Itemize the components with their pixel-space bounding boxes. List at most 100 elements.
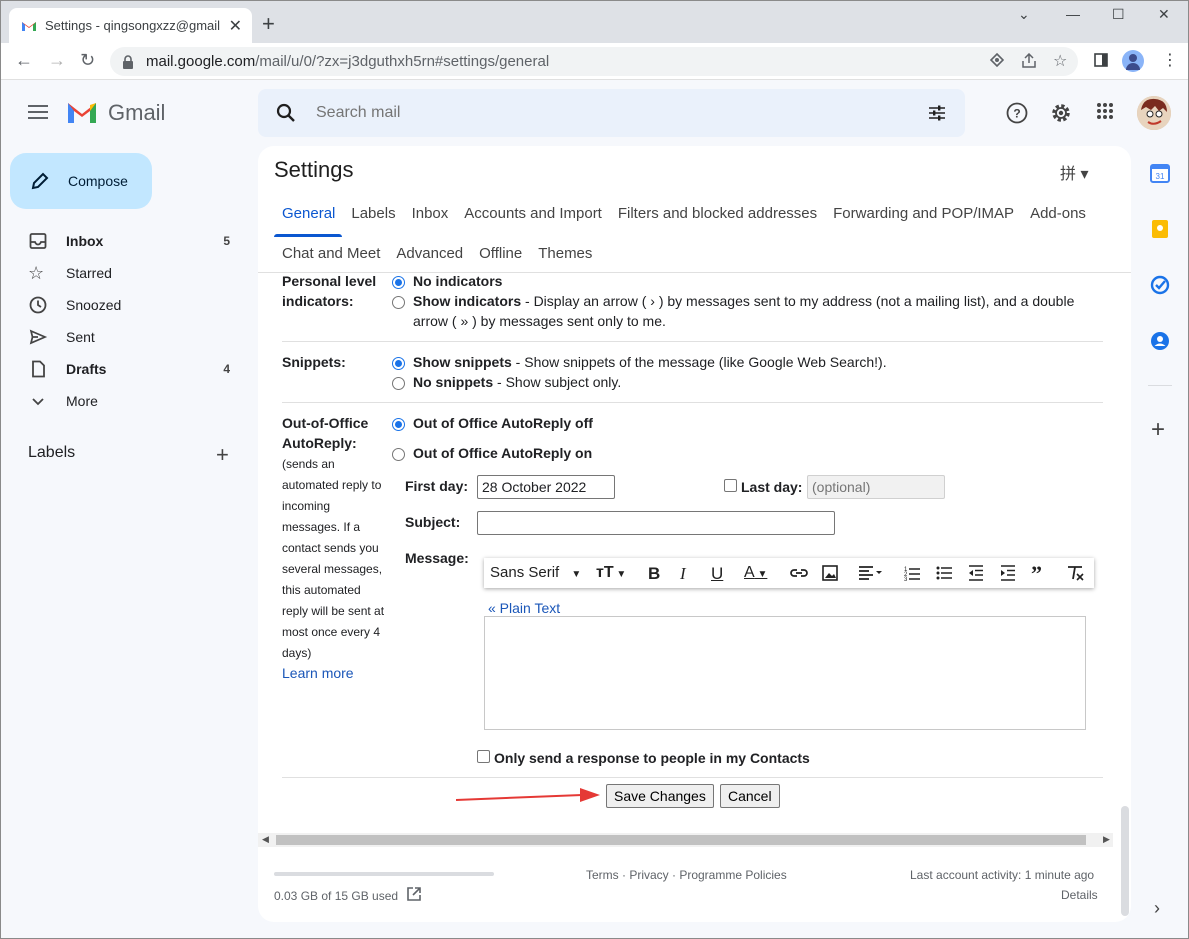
indent-more-icon[interactable] [1000, 565, 1016, 581]
font-size-icon[interactable]: тT ▼ [596, 564, 626, 582]
sidebar-item-snoozed[interactable]: Snoozed [28, 289, 248, 321]
contacts-only-checkbox[interactable] [477, 750, 490, 763]
bookmark-star-icon[interactable]: ☆ [1053, 51, 1067, 71]
account-avatar[interactable] [1137, 96, 1171, 130]
align-icon[interactable] [858, 566, 884, 580]
last-day-input[interactable] [807, 475, 945, 499]
settings-tabs-row2: Chat and Meet Advanced Offline Themes [274, 245, 600, 262]
tab-search-icon[interactable]: ⌄ [1018, 6, 1030, 23]
compose-button[interactable]: Compose [10, 153, 152, 209]
settings-gear-icon[interactable] [1050, 102, 1072, 124]
link-icon[interactable] [790, 566, 808, 580]
first-day-input[interactable] [477, 475, 615, 499]
tab-forwarding[interactable]: Forwarding and POP/IMAP [825, 205, 1022, 222]
forward-icon[interactable]: → [48, 51, 66, 69]
keep-icon[interactable] [1150, 219, 1170, 239]
search-options-icon[interactable] [927, 103, 947, 123]
indent-less-icon[interactable] [968, 565, 984, 581]
italic-icon[interactable]: I [680, 564, 686, 584]
subject-input[interactable] [477, 511, 835, 535]
tasks-icon[interactable] [1150, 275, 1170, 295]
compose-label: Compose [68, 173, 128, 189]
tab-close-icon[interactable]: ✕ [229, 16, 242, 36]
autoreply-off-radio[interactable] [392, 418, 405, 431]
storage-bar [274, 872, 494, 876]
sidebar-item-more[interactable]: More [28, 385, 248, 417]
url-omnibox[interactable]: mail.google.com/mail/u/0/?zx=j3dguthxh5r… [110, 47, 1078, 76]
search-input[interactable] [314, 103, 894, 123]
browser-tabstrip: Settings - qingsongxzz@gmail ✕ + ⌄ — ☐ ✕ [0, 0, 1189, 43]
details-link[interactable]: Details [1061, 888, 1098, 902]
scrollbar-thumb[interactable] [276, 835, 1086, 845]
new-tab-icon[interactable]: + [262, 13, 275, 35]
message-body-editor[interactable] [484, 616, 1086, 730]
search-icon[interactable] [276, 103, 296, 123]
close-window-icon[interactable]: ✕ [1158, 6, 1170, 23]
tab-accounts[interactable]: Accounts and Import [456, 205, 610, 222]
get-addons-icon[interactable]: + [1151, 416, 1165, 444]
plain-text-link[interactable]: « Plain Text [488, 600, 560, 616]
no-snippets-radio[interactable] [392, 377, 405, 390]
autoreply-off-label: Out of Office AutoReply off [413, 415, 593, 431]
tab-offline[interactable]: Offline [471, 245, 530, 262]
side-panel-icon[interactable] [1094, 53, 1108, 67]
vertical-scrollbar[interactable] [1121, 806, 1129, 916]
tab-themes[interactable]: Themes [530, 245, 600, 262]
no-indicators-radio[interactable] [392, 276, 405, 289]
scroll-left-icon[interactable]: ◀ [262, 834, 269, 845]
minimize-icon[interactable]: — [1066, 6, 1080, 22]
sidebar-item-starred[interactable]: ☆ Starred [28, 257, 248, 289]
tab-general[interactable]: General [274, 205, 343, 222]
bold-icon[interactable]: B [648, 564, 660, 584]
create-label-icon[interactable]: + [216, 442, 229, 468]
tab-advanced[interactable]: Advanced [388, 245, 471, 262]
search-bar[interactable] [258, 89, 965, 137]
tab-filters[interactable]: Filters and blocked addresses [610, 205, 825, 222]
last-day-checkbox[interactable] [724, 479, 737, 492]
tab-labels[interactable]: Labels [343, 205, 403, 222]
autoreply-on-radio[interactable] [392, 448, 405, 461]
contacts-icon[interactable] [1150, 331, 1170, 351]
tab-chat-meet[interactable]: Chat and Meet [274, 245, 388, 262]
open-in-new-icon[interactable] [407, 887, 421, 901]
save-changes-button[interactable]: Save Changes [606, 784, 714, 808]
bulleted-list-icon[interactable] [936, 565, 952, 581]
input-tools-icon[interactable]: 拼 ▾ [1060, 160, 1088, 184]
tab-inbox[interactable]: Inbox [404, 205, 457, 222]
main-menu-icon[interactable] [28, 105, 48, 119]
share-icon[interactable] [1021, 53, 1037, 69]
maximize-icon[interactable]: ☐ [1112, 6, 1125, 23]
snippets-label: Snippets: [282, 354, 346, 370]
svg-text:3: 3 [904, 577, 908, 581]
back-icon[interactable]: ← [15, 51, 33, 69]
sidebar-item-label: Sent [66, 329, 95, 345]
unread-count: 5 [223, 234, 230, 248]
sidebar-item-sent[interactable]: Sent [28, 321, 248, 353]
chevron-right-icon[interactable]: › [1154, 898, 1160, 919]
support-icon[interactable]: ? [1006, 102, 1028, 124]
remove-formatting-icon[interactable] [1066, 565, 1084, 581]
footer-links[interactable]: Terms · Privacy · Programme Policies [586, 868, 787, 882]
text-color-icon[interactable]: A ▼ [744, 564, 767, 582]
profile-icon[interactable] [1122, 50, 1144, 72]
sidebar-item-drafts[interactable]: Drafts 4 [28, 353, 248, 385]
sidebar-item-inbox[interactable]: Inbox 5 [28, 225, 248, 257]
quote-icon[interactable]: ” [1031, 561, 1042, 587]
install-app-icon[interactable] [990, 53, 1004, 67]
insert-photo-icon[interactable] [822, 565, 838, 581]
reload-icon[interactable]: ↻ [80, 51, 95, 69]
horizontal-scrollbar[interactable]: ◀ ▶ [258, 833, 1113, 847]
tab-addons[interactable]: Add-ons [1022, 205, 1094, 222]
google-apps-icon[interactable] [1096, 102, 1114, 120]
cancel-button[interactable]: Cancel [720, 784, 780, 808]
show-snippets-radio[interactable] [392, 357, 405, 370]
scroll-right-icon[interactable]: ▶ [1103, 834, 1110, 845]
font-family-select[interactable]: Sans Serif ▼ [490, 564, 581, 581]
underline-icon[interactable]: U [711, 564, 723, 584]
calendar-icon[interactable]: 31 [1150, 163, 1170, 183]
numbered-list-icon[interactable]: 123 [904, 565, 920, 581]
learn-more-link[interactable]: Learn more [282, 665, 354, 681]
browser-tab[interactable]: Settings - qingsongxzz@gmail ✕ [9, 8, 252, 43]
show-indicators-radio[interactable] [392, 296, 405, 309]
browser-menu-icon[interactable]: ⋮ [1162, 50, 1178, 70]
